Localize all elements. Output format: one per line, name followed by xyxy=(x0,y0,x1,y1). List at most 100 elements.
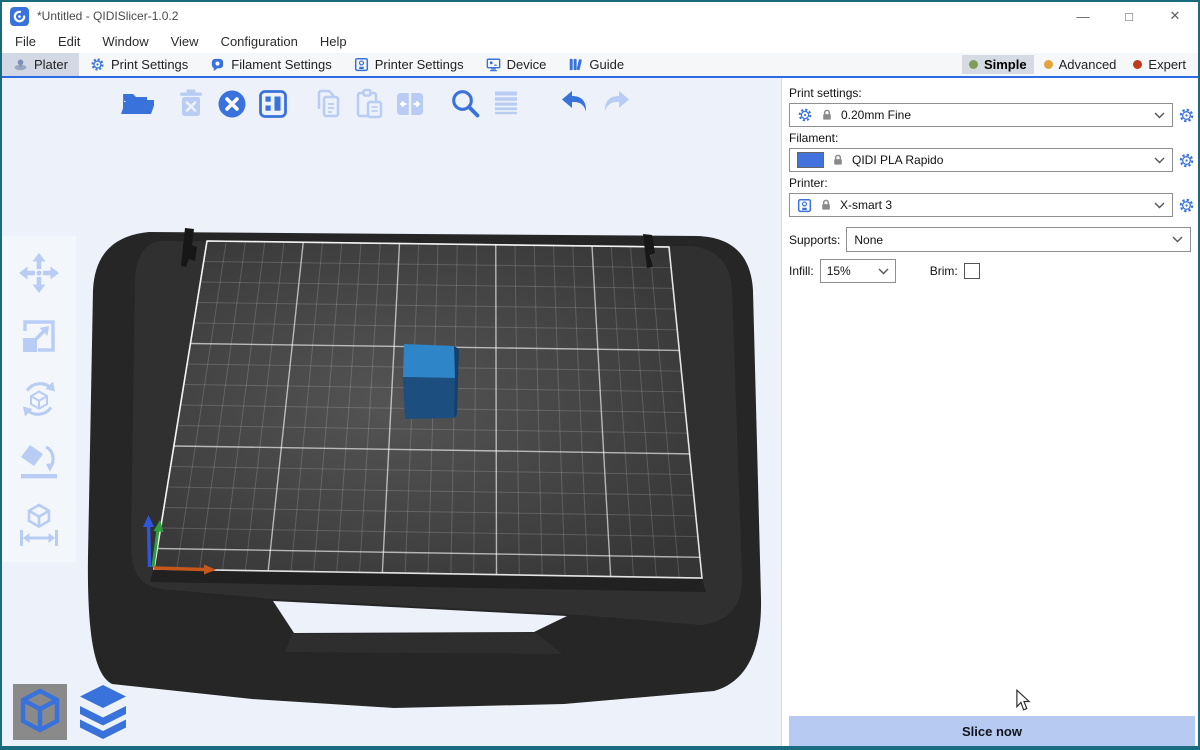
plater-icon xyxy=(13,57,28,72)
edit-printer-button[interactable] xyxy=(1178,197,1195,214)
expert-mode-dot-icon xyxy=(1133,60,1142,69)
object-manipulation-toolbar xyxy=(2,236,76,562)
minimize-button[interactable]: — xyxy=(1060,2,1106,30)
filament-icon xyxy=(210,57,225,72)
tab-bar: Plater Print Settings Filament Settings … xyxy=(2,53,1198,78)
chevron-down-icon xyxy=(1154,202,1165,209)
brim-checkbox[interactable] xyxy=(964,263,980,279)
copy-icon[interactable] xyxy=(310,86,346,122)
open-project-icon[interactable] xyxy=(118,86,154,122)
tab-guide[interactable]: Guide xyxy=(557,53,635,76)
filament-combo[interactable]: QIDI PLA Rapido xyxy=(789,148,1173,172)
measure-tool-icon[interactable] xyxy=(16,502,62,548)
tab-filament-settings[interactable]: Filament Settings xyxy=(199,53,342,76)
chevron-down-icon xyxy=(1154,157,1165,164)
mode-label: Advanced xyxy=(1059,57,1117,72)
mode-advanced[interactable]: Advanced xyxy=(1037,55,1124,74)
handle-bar xyxy=(285,633,562,654)
printer-label: Printer: xyxy=(789,176,1195,190)
tab-plater[interactable]: Plater xyxy=(2,53,79,76)
slice-now-button[interactable]: Slice now xyxy=(789,716,1195,746)
place-on-face-tool-icon[interactable] xyxy=(16,439,62,485)
mode-switcher: Simple Advanced Expert xyxy=(962,53,1198,76)
paste-icon[interactable] xyxy=(351,86,387,122)
filament-color-swatch xyxy=(797,152,824,168)
menu-edit[interactable]: Edit xyxy=(47,34,91,49)
3d-viewport[interactable] xyxy=(2,78,782,746)
print-settings-combo[interactable]: 0.20mm Fine xyxy=(789,103,1173,127)
supports-label: Supports: xyxy=(789,233,840,247)
menu-view[interactable]: View xyxy=(160,34,210,49)
brim-label: Brim: xyxy=(930,264,958,278)
edit-filament-button[interactable] xyxy=(1178,152,1195,169)
lock-icon xyxy=(820,108,834,122)
menu-help[interactable]: Help xyxy=(309,34,358,49)
tab-printer-settings[interactable]: Printer Settings xyxy=(343,53,475,76)
chevron-down-icon xyxy=(878,268,889,275)
window-controls: — □ ✕ xyxy=(1060,2,1198,30)
preview-layers-view-icon[interactable] xyxy=(75,682,131,740)
scale-tool-icon[interactable] xyxy=(16,313,62,359)
infill-value: 15% xyxy=(827,264,874,278)
tab-label: Device xyxy=(507,57,547,72)
3d-scene-canvas[interactable] xyxy=(2,78,781,745)
menu-file[interactable]: File xyxy=(4,34,47,49)
close-button[interactable]: ✕ xyxy=(1152,2,1198,30)
supports-value: None xyxy=(854,233,1165,247)
printer-icon xyxy=(354,57,369,72)
infill-label: Infill: xyxy=(789,264,814,278)
infill-combo[interactable]: 15% xyxy=(820,259,896,283)
main-area: Print settings: 0.20mm Fine Filament: QI… xyxy=(2,78,1198,746)
edit-print-settings-button[interactable] xyxy=(1178,107,1195,124)
3d-editor-view-icon[interactable] xyxy=(13,684,67,740)
tab-label: Plater xyxy=(34,57,68,72)
filament-value: QIDI PLA Rapido xyxy=(852,153,1147,167)
mode-expert[interactable]: Expert xyxy=(1126,55,1193,74)
filament-label: Filament: xyxy=(789,131,1195,145)
move-tool-icon[interactable] xyxy=(16,250,62,296)
printer-icon xyxy=(797,198,812,213)
mode-simple[interactable]: Simple xyxy=(962,55,1034,74)
maximize-button[interactable]: □ xyxy=(1106,2,1152,30)
title-bar: *Untitled - QIDISlicer-1.0.2 — □ ✕ xyxy=(2,2,1198,30)
mode-label: Expert xyxy=(1148,57,1186,72)
lock-icon xyxy=(819,198,833,212)
printer-value: X-smart 3 xyxy=(840,198,1147,212)
printer-combo[interactable]: X-smart 3 xyxy=(789,193,1173,217)
mode-label: Simple xyxy=(984,57,1027,72)
chevron-down-icon xyxy=(1154,112,1165,119)
device-icon xyxy=(486,57,501,72)
supports-combo[interactable]: None xyxy=(846,227,1191,252)
search-icon[interactable] xyxy=(447,86,483,122)
model-cube[interactable] xyxy=(403,344,459,419)
redo-icon[interactable] xyxy=(598,86,634,122)
menu-configuration[interactable]: Configuration xyxy=(210,34,309,49)
simple-mode-dot-icon xyxy=(969,60,978,69)
fill-bed-icon[interactable] xyxy=(392,86,428,122)
cube-top-face xyxy=(403,344,455,378)
delete-all-icon[interactable] xyxy=(214,86,250,122)
lock-icon xyxy=(831,153,845,167)
menu-bar: File Edit Window View Configuration Help xyxy=(2,30,1198,53)
tab-label: Guide xyxy=(589,57,624,72)
gear-icon xyxy=(797,107,813,123)
settings-panel: Print settings: 0.20mm Fine Filament: QI… xyxy=(782,78,1198,746)
print-settings-value: 0.20mm Fine xyxy=(841,108,1147,122)
print-settings-label: Print settings: xyxy=(789,86,1195,100)
plater-toolbar xyxy=(118,86,634,122)
rotate-tool-icon[interactable] xyxy=(16,376,62,422)
app-window: *Untitled - QIDISlicer-1.0.2 — □ ✕ File … xyxy=(0,0,1200,750)
tab-label: Print Settings xyxy=(111,57,188,72)
tab-device[interactable]: Device xyxy=(475,53,558,76)
tab-print-settings[interactable]: Print Settings xyxy=(79,53,199,76)
menu-window[interactable]: Window xyxy=(91,34,159,49)
arrange-icon[interactable] xyxy=(255,86,291,122)
cube-front-face xyxy=(403,377,455,419)
delete-icon[interactable] xyxy=(173,86,209,122)
variable-layer-height-icon[interactable] xyxy=(488,86,524,122)
undo-icon[interactable] xyxy=(557,86,593,122)
view-mode-toggles xyxy=(13,682,131,740)
app-logo-icon xyxy=(10,7,29,26)
tab-label: Printer Settings xyxy=(375,57,464,72)
guide-icon xyxy=(568,57,583,72)
